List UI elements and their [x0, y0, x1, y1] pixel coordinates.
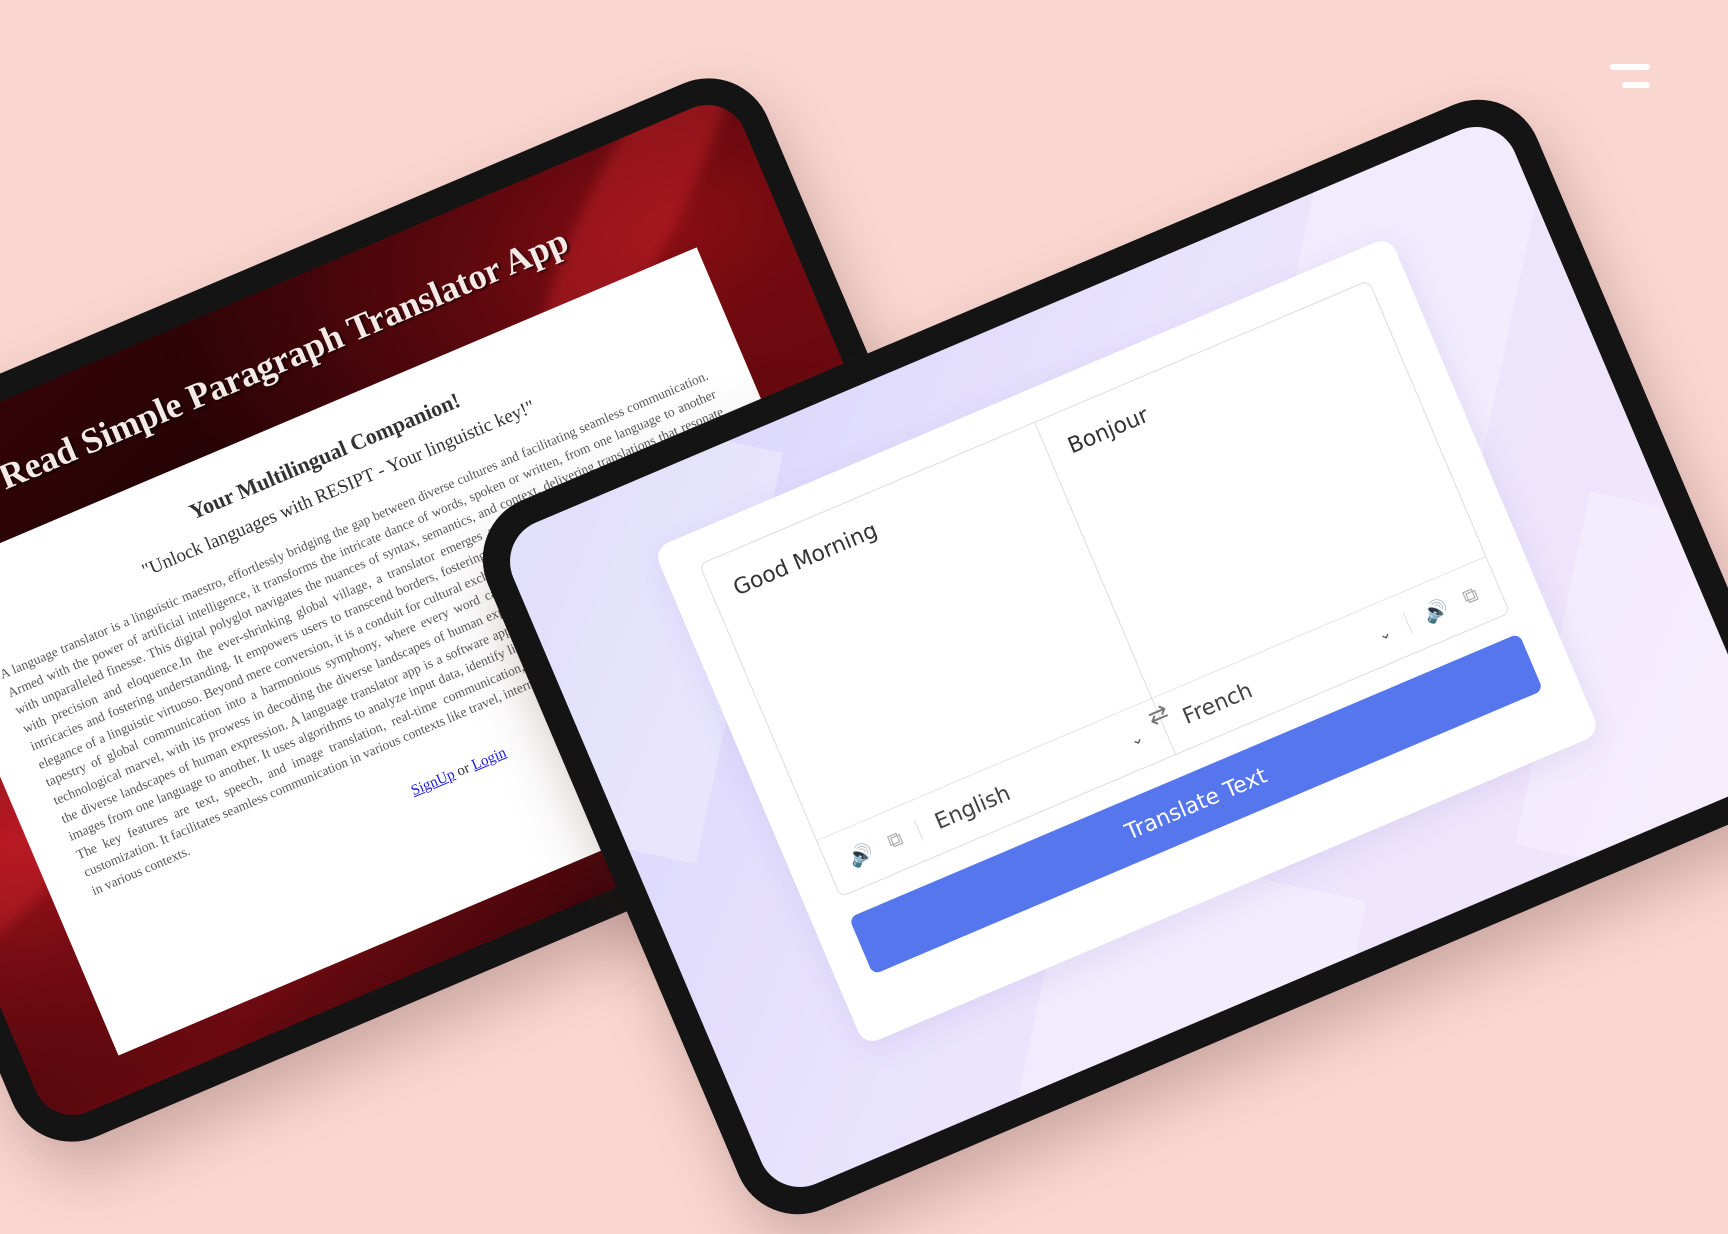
menu-icon[interactable]	[1608, 62, 1652, 92]
translator-panels: Good Morning 🔊 ⧉ English ⌄ Bonjour Frenc…	[698, 279, 1511, 898]
speaker-icon[interactable]: 🔊	[844, 839, 877, 872]
login-link[interactable]: Login	[470, 745, 509, 774]
divider	[914, 820, 924, 841]
or-text: or	[454, 760, 473, 781]
target-language-label: French	[1179, 677, 1257, 730]
source-language-label: English	[931, 780, 1015, 835]
copy-icon[interactable]: ⧉	[1459, 583, 1481, 610]
copy-icon[interactable]: ⧉	[884, 827, 906, 854]
chevron-down-icon: ⌄	[1374, 621, 1395, 645]
chevron-down-icon: ⌄	[1126, 726, 1147, 750]
divider	[1402, 612, 1413, 634]
speaker-icon[interactable]: 🔊	[1420, 595, 1453, 628]
signup-link[interactable]: SignUp	[409, 767, 457, 800]
